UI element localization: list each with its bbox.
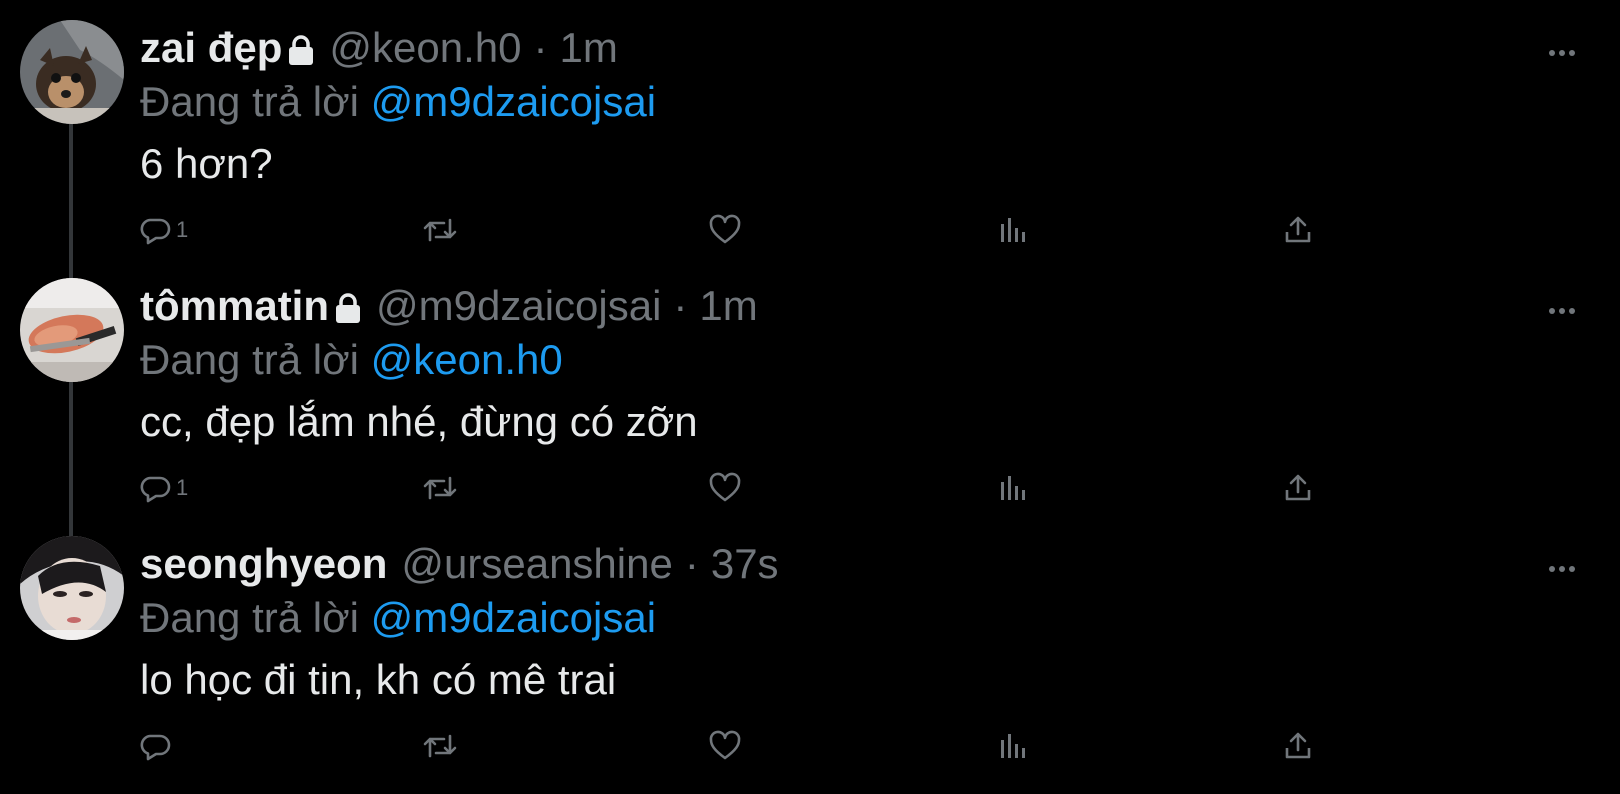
username-handle[interactable]: @m9dzaicojsai (376, 280, 661, 332)
more-options-icon[interactable] (1548, 302, 1576, 314)
reply-button[interactable] (140, 726, 176, 766)
username-handle[interactable]: @keon.h0 (329, 22, 521, 74)
reply-button[interactable]: 1 (140, 210, 188, 250)
views-button[interactable] (998, 726, 1028, 766)
replying-to: Đang trả lời @m9dzaicojsai (140, 592, 656, 644)
tweet-header: zai đẹp @keon.h0 · 1m (140, 22, 618, 74)
share-icon (1285, 474, 1311, 501)
reply-icon (140, 218, 171, 245)
timestamp[interactable]: 1m (699, 280, 757, 332)
analytics-icon (1001, 476, 1025, 500)
timestamp[interactable]: 1m (559, 22, 617, 74)
tweet[interactable]: seonghyeon @urseanshine · 37s Đang trả l… (0, 516, 1620, 782)
retweet-button[interactable] (422, 468, 458, 508)
share-icon (1285, 216, 1311, 243)
reply-icon (140, 734, 171, 761)
mention-link[interactable]: @m9dzaicojsai (371, 594, 656, 641)
mention-link[interactable]: @keon.h0 (371, 336, 563, 383)
tweet-actions (140, 726, 1540, 766)
replying-prefix: Đang trả lời (140, 78, 359, 125)
like-button[interactable] (708, 210, 742, 250)
tweet-text: cc, đẹp lắm nhé, đừng có zỡn (140, 398, 698, 445)
retweet-icon (423, 218, 457, 242)
tweet-text: 6 hơn? (140, 140, 273, 187)
mention-link[interactable]: @m9dzaicojsai (371, 78, 656, 125)
username-handle[interactable]: @urseanshine (401, 538, 672, 590)
heart-icon (709, 214, 741, 244)
retweet-button[interactable] (422, 726, 458, 766)
heart-icon (709, 730, 741, 760)
thread-line (69, 124, 73, 280)
tweet[interactable]: tômmatin @m9dzaicojsai · 1m Đang trả lời… (0, 258, 1620, 538)
heart-icon (709, 472, 741, 502)
tweet-header: tômmatin @m9dzaicojsai · 1m (140, 280, 758, 332)
replying-prefix: Đang trả lời (140, 336, 359, 383)
analytics-icon (1001, 218, 1025, 242)
separator-dot: · (673, 282, 688, 329)
share-button[interactable] (1282, 468, 1314, 508)
avatar[interactable] (20, 20, 124, 124)
replying-to: Đang trả lời @m9dzaicojsai (140, 76, 656, 128)
display-name[interactable]: zai đẹp (140, 22, 282, 74)
views-button[interactable] (998, 468, 1028, 508)
timestamp[interactable]: 37s (711, 538, 779, 590)
replying-to: Đang trả lời @keon.h0 (140, 334, 563, 386)
reply-count: 1 (176, 217, 189, 242)
display-name[interactable]: seonghyeon (140, 538, 387, 590)
retweet-button[interactable] (422, 210, 458, 250)
retweet-icon (423, 476, 457, 500)
thread-line (69, 382, 73, 538)
tweet-actions: 1 (140, 468, 1540, 508)
more-options-icon[interactable] (1548, 44, 1576, 56)
separator-dot: · (533, 24, 548, 71)
separator-dot: · (684, 540, 699, 587)
analytics-icon (1001, 734, 1025, 758)
like-button[interactable] (708, 468, 742, 508)
avatar[interactable] (20, 278, 124, 382)
reply-button[interactable]: 1 (140, 468, 188, 508)
reply-count: 1 (176, 475, 189, 500)
tweet-actions: 1 (140, 210, 1540, 250)
retweet-icon (423, 734, 457, 758)
share-button[interactable] (1282, 726, 1314, 766)
views-button[interactable] (998, 210, 1028, 250)
like-button[interactable] (708, 726, 742, 766)
tweet[interactable]: zai đẹp @keon.h0 · 1m Đang trả lời @m9dz… (0, 0, 1620, 280)
tweet-text: lo học đi tin, kh có mê trai (140, 656, 617, 703)
replying-prefix: Đang trả lời (140, 594, 359, 641)
share-button[interactable] (1282, 210, 1314, 250)
reply-icon (140, 476, 171, 503)
more-options-icon[interactable] (1548, 560, 1576, 572)
share-icon (1285, 732, 1311, 759)
lock-icon (287, 26, 315, 65)
lock-icon (334, 284, 362, 323)
tweet-header: seonghyeon @urseanshine · 37s (140, 538, 779, 590)
avatar[interactable] (20, 536, 124, 640)
display-name[interactable]: tômmatin (140, 280, 329, 332)
